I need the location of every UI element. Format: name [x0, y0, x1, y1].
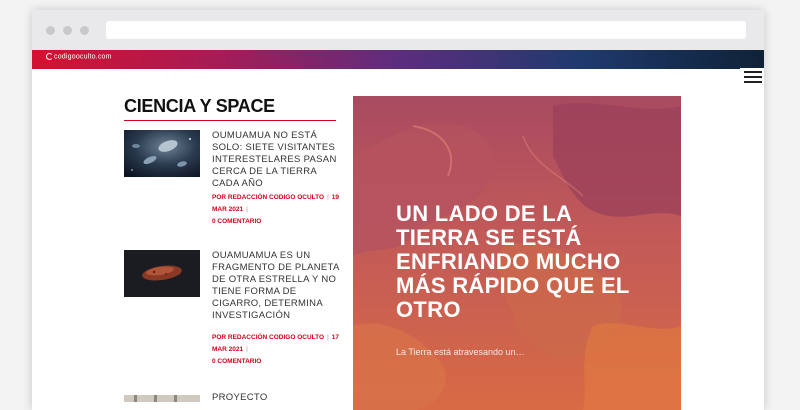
hero-headline[interactable]: UN LADO DE LA TIERRA SE ESTÁ ENFRIANDO M… [396, 202, 636, 322]
article-title[interactable]: OUMUAMUA NO ESTÁ SOLO: SIETE VISITANTES … [212, 130, 340, 190]
browser-chrome [32, 10, 764, 50]
article-thumbnail[interactable] [124, 250, 200, 297]
article-author[interactable]: POR REDACCIÓN CODIGO OCULTO [212, 194, 324, 201]
article-comments[interactable]: 0 COMENTARIO [212, 358, 261, 365]
list-item[interactable]: OUMUAMUA NO ESTÁ SOLO: SIETE VISITANTES … [124, 130, 344, 225]
section-title: CIENCIA Y SPACE [124, 96, 275, 116]
article-thumbnail[interactable] [124, 392, 200, 402]
article-title[interactable]: PROYECTO [212, 392, 340, 404]
window-close-dot[interactable] [46, 26, 55, 35]
browser-window: codigooculto.com CIENCIA Y SPACE OUMUAMU… [32, 10, 764, 410]
address-bar[interactable] [106, 21, 746, 39]
window-maximize-dot[interactable] [80, 26, 89, 35]
section-divider [124, 120, 336, 121]
site-header-bar: codigooculto.com [32, 50, 764, 69]
logo-text: codigooculto.com [54, 53, 112, 61]
article-meta: POR REDACCIÓN CODIGO OCULTO | 17 MAR 2021 |… [212, 334, 340, 365]
hamburger-menu-icon[interactable] [740, 68, 764, 88]
site-logo[interactable]: codigooculto.com [46, 53, 112, 60]
article-thumbnail[interactable] [124, 130, 200, 177]
article-comments[interactable]: 0 COMENTARIO [212, 218, 261, 225]
list-item[interactable]: OUAMUAMUA ES UN FRAGMENTO DE PLANETA DE … [124, 250, 344, 365]
list-item[interactable]: PROYECTO [124, 392, 344, 410]
article-title[interactable]: OUAMUAMUA ES UN FRAGMENTO DE PLANETA DE … [212, 250, 340, 322]
logo-c-icon [46, 53, 53, 60]
window-minimize-dot[interactable] [63, 26, 72, 35]
article-author[interactable]: POR REDACCIÓN CODIGO OCULTO [212, 334, 324, 341]
hero-excerpt: La Tierra está atravesando un… [396, 347, 525, 357]
hero-feature[interactable]: UN LADO DE LA TIERRA SE ESTÁ ENFRIANDO M… [353, 96, 681, 410]
article-meta: POR REDACCIÓN CODIGO OCULTO | 19 MAR 2021 |… [212, 194, 340, 225]
